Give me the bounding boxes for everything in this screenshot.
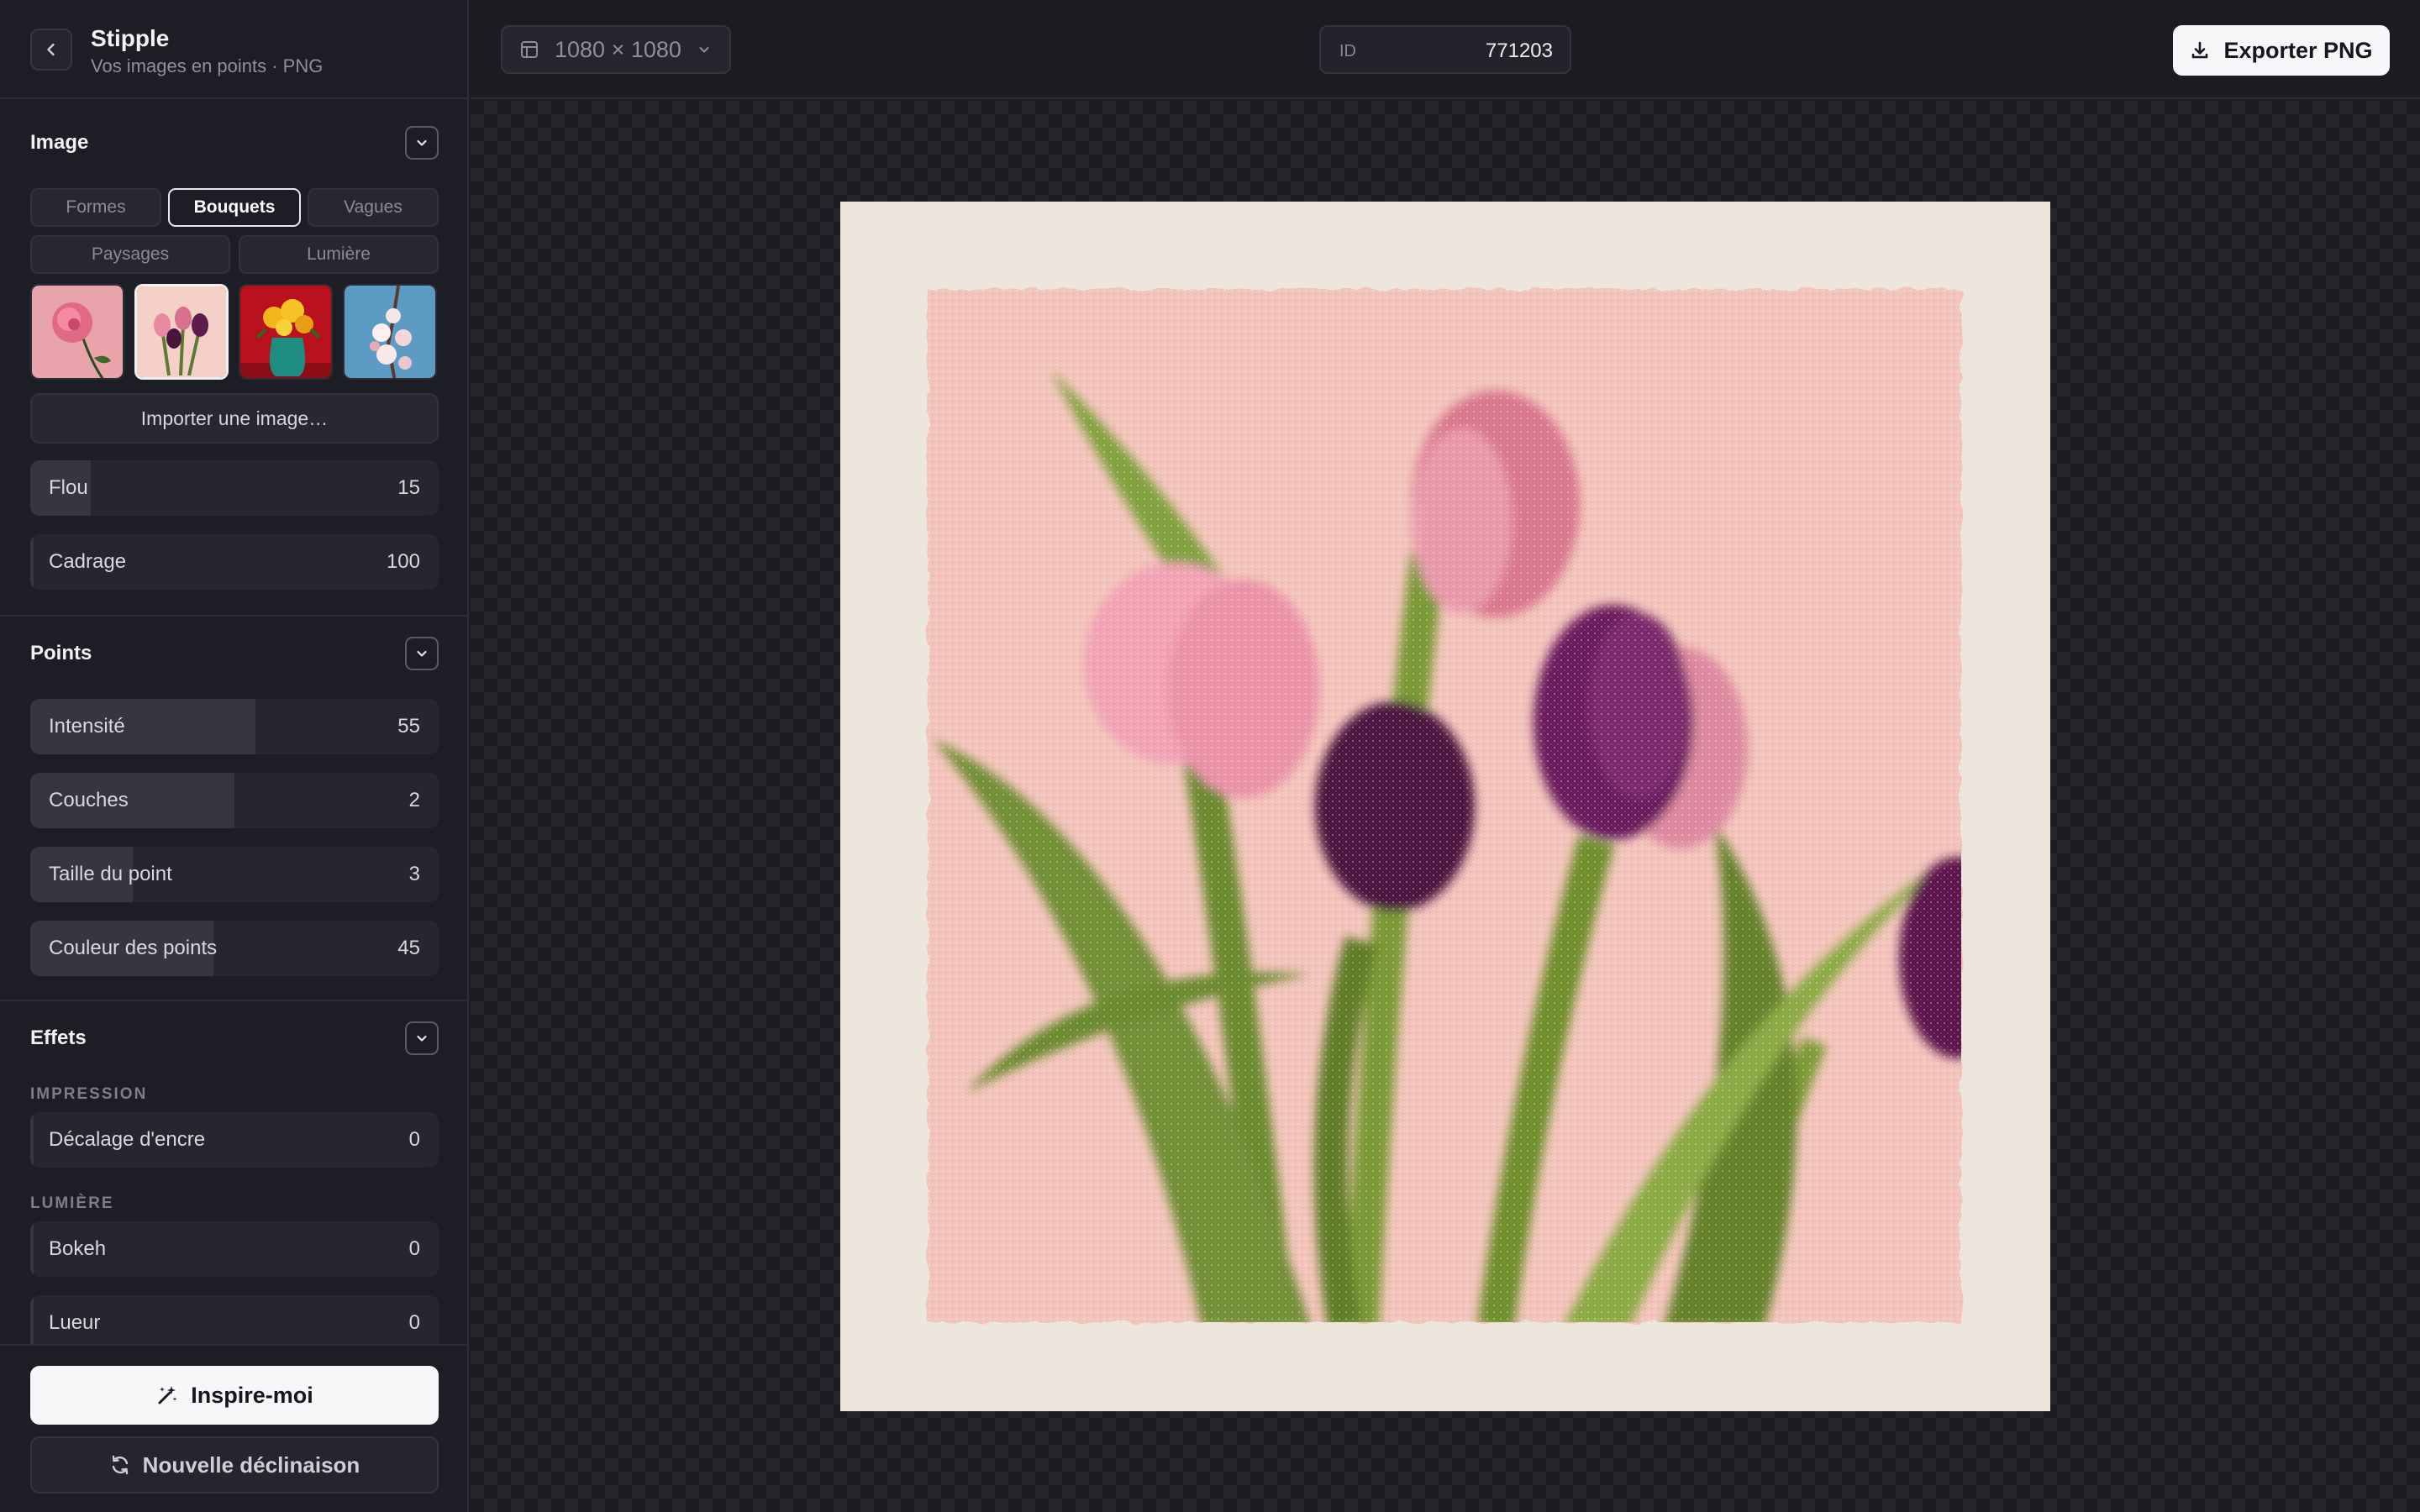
tab-paysages[interactable]: Paysages: [30, 235, 230, 274]
seed-id-field[interactable]: ID 771203: [1319, 25, 1571, 74]
slider-bokeh[interactable]: Bokeh 0: [30, 1221, 439, 1277]
slider-label: Bokeh: [49, 1237, 107, 1260]
effets-section: Effets IMPRESSION Décalage d'encre 0 LUM…: [0, 1001, 467, 1344]
tab-vagues[interactable]: Vagues: [308, 188, 439, 227]
slider-label: Décalage d'encre: [49, 1128, 206, 1151]
top-toolbar: 1080 × 1080 ID 771203 Exporter PNG: [471, 0, 2420, 99]
slider-value: 55: [397, 715, 420, 738]
new-variant-label: Nouvelle déclinaison: [142, 1452, 360, 1478]
stippled-tulips-artwork: [840, 202, 2050, 1411]
canvas-size-label: 1080 × 1080: [555, 36, 681, 62]
refresh-icon: [112, 1455, 128, 1475]
slider-lueur[interactable]: Lueur 0: [30, 1295, 439, 1344]
slider-value: 15: [397, 476, 420, 499]
inspire-button[interactable]: Inspire-moi: [30, 1366, 439, 1425]
app-title: Stipple: [91, 25, 170, 51]
new-variant-button[interactable]: Nouvelle déclinaison: [30, 1436, 439, 1494]
tab-lumiere[interactable]: Lumière: [239, 235, 439, 274]
slider-flou[interactable]: Flou 15: [30, 460, 439, 516]
slider-couches[interactable]: Couches 2: [30, 773, 439, 828]
section-title-effets: Effets: [30, 1026, 87, 1049]
slider-decalage-encre[interactable]: Décalage d'encre 0: [30, 1112, 439, 1168]
yellow-flowers-thumbnail-image: [240, 286, 331, 378]
points-section-toggle[interactable]: [405, 637, 439, 670]
slider-value: 45: [397, 937, 420, 959]
tab-formes[interactable]: Formes: [30, 188, 161, 227]
magic-wand-icon: [158, 1386, 177, 1404]
rose-thumbnail-image: [32, 286, 123, 378]
effets-section-toggle[interactable]: [405, 1021, 439, 1055]
slider-label: Couleur des points: [49, 937, 218, 959]
slider-label: Lueur: [49, 1311, 101, 1334]
chevron-left-icon: [47, 43, 55, 56]
sidebar-scroll-area[interactable]: Image Formes Bouquets Vagues Paysages Lu…: [0, 101, 467, 1344]
section-title-image: Image: [30, 131, 89, 154]
slider-fill: [30, 1295, 34, 1344]
slider-value: 100: [386, 550, 420, 573]
slider-value: 2: [408, 789, 420, 811]
export-label: Exporter PNG: [2223, 37, 2373, 63]
slider-cadrage[interactable]: Cadrage 100: [30, 534, 439, 590]
slider-value: 3: [408, 863, 420, 885]
slider-value: 0: [408, 1311, 420, 1334]
cherry-blossom-thumbnail-image: [345, 286, 435, 378]
slider-value: 0: [408, 1237, 420, 1260]
points-section: Points Intensité 55 Couches 2 Taille du …: [0, 617, 467, 1001]
slider-label: Cadrage: [49, 550, 127, 573]
sidebar-footer: Inspire-moi Nouvelle déclinaison: [0, 1344, 467, 1512]
import-image-button[interactable]: Importer une image…: [30, 393, 439, 444]
chevron-down-icon: [417, 1035, 427, 1042]
slider-label: Taille du point: [49, 863, 172, 885]
thumbnail-tulipes[interactable]: [134, 284, 229, 380]
seed-id-value: 771203: [1485, 39, 1553, 62]
slider-fill: [30, 534, 34, 590]
canvas-area[interactable]: [471, 101, 2420, 1512]
slider-fill: [30, 1221, 34, 1277]
slider-label: Couches: [49, 789, 129, 811]
thumbnail-fleurs-cerisier[interactable]: [343, 284, 437, 380]
app-subtitle: Vos images en points · PNG: [91, 55, 324, 76]
slider-label: Intensité: [49, 715, 125, 738]
subhead-impression: IMPRESSION: [30, 1085, 148, 1103]
inspire-label: Inspire-moi: [191, 1382, 313, 1408]
slider-fill: [30, 1112, 34, 1168]
back-button[interactable]: [30, 29, 72, 71]
chevron-down-icon: [699, 47, 709, 53]
image-section: Image Formes Bouquets Vagues Paysages Lu…: [0, 101, 467, 617]
tab-bouquets[interactable]: Bouquets: [168, 188, 301, 227]
artboard: [840, 202, 2050, 1411]
chevron-down-icon: [417, 139, 427, 146]
sidebar: Stipple Vos images en points · PNG Image…: [0, 0, 469, 1512]
export-png-button[interactable]: Exporter PNG: [2173, 25, 2390, 76]
thumbnail-rose[interactable]: [30, 284, 124, 380]
slider-label: Flou: [49, 476, 88, 499]
canvas-size-dropdown[interactable]: 1080 × 1080: [501, 25, 731, 74]
sidebar-header: Stipple Vos images en points · PNG: [0, 0, 467, 99]
slider-taille-du-point[interactable]: Taille du point 3: [30, 847, 439, 902]
slider-intensite[interactable]: Intensité 55: [30, 699, 439, 754]
section-title-points: Points: [30, 642, 92, 664]
frame-icon: [521, 41, 538, 58]
seed-id-key: ID: [1339, 42, 1356, 60]
slider-value: 0: [408, 1128, 420, 1151]
tulips-thumbnail-image: [137, 286, 226, 377]
image-section-toggle[interactable]: [405, 126, 439, 160]
download-icon: [2192, 41, 2208, 59]
slider-couleur-des-points[interactable]: Couleur des points 45: [30, 921, 439, 976]
chevron-down-icon: [417, 650, 427, 657]
subhead-lumiere: LUMIÈRE: [30, 1194, 114, 1212]
thumbnail-vase-jaune[interactable]: [239, 284, 333, 380]
